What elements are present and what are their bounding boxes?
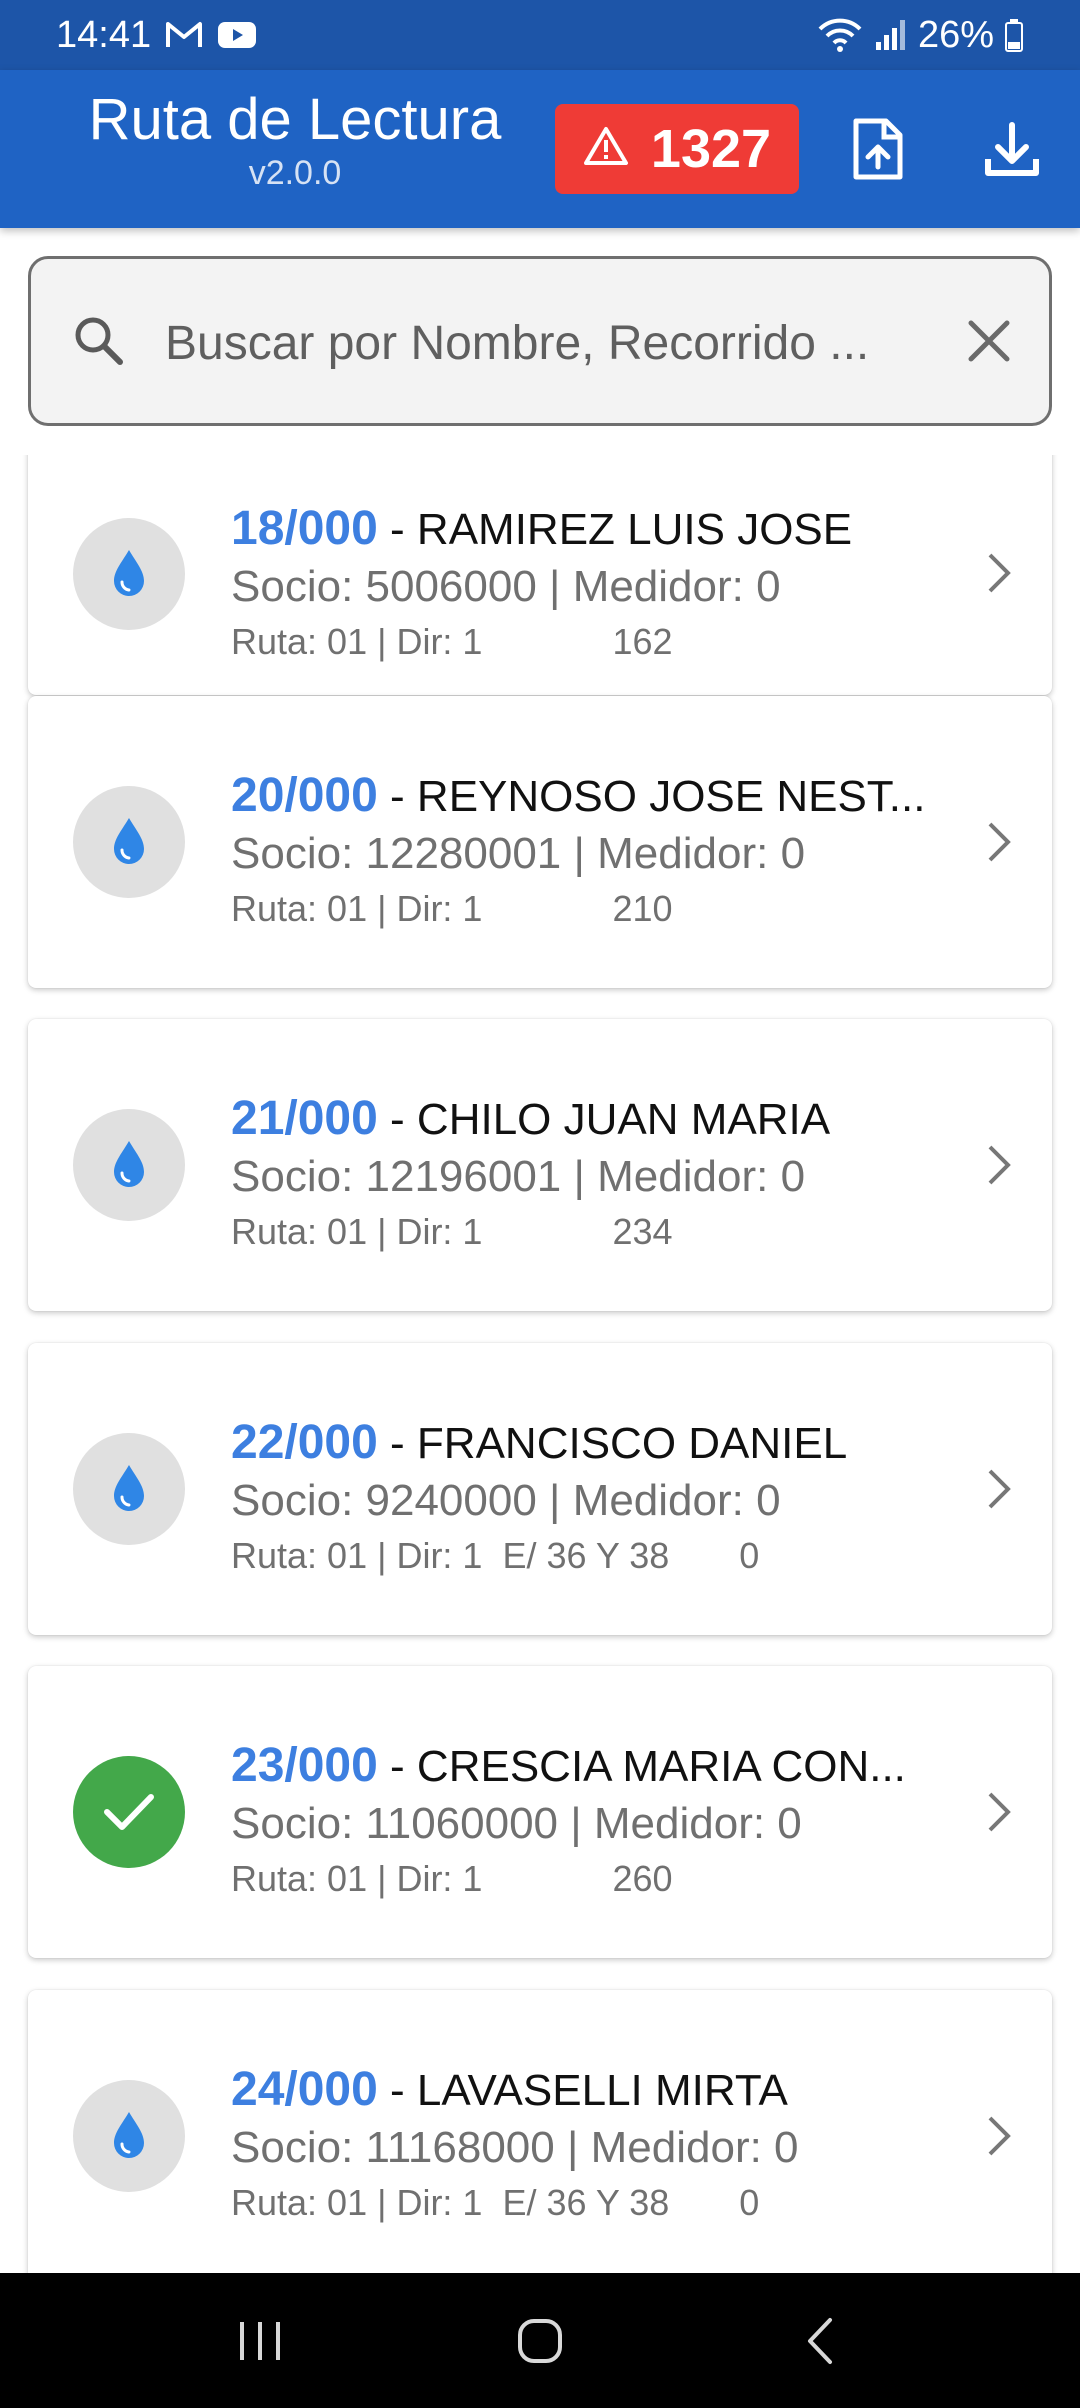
chevron-right-icon — [984, 1467, 1014, 1516]
chevron-right-icon — [984, 1790, 1014, 1839]
chevron-right-icon — [984, 551, 1014, 600]
wifi-icon — [816, 17, 864, 53]
item-ruta: Ruta: 01 | Dir: 1 E/ 36 Y 38 0 — [231, 1534, 760, 1576]
battery-icon — [1004, 18, 1024, 52]
item-name: - CHILO JUAN MARIA — [390, 1095, 831, 1144]
item-name: - RAMIREZ LUIS JOSE — [390, 505, 853, 554]
check-icon — [73, 1756, 185, 1868]
list-item[interactable]: 22/000 - FRANCISCO DANIEL Socio: 9240000… — [28, 1343, 1052, 1635]
download-icon[interactable] — [977, 114, 1047, 184]
system-nav-bar — [0, 2273, 1080, 2408]
list-item[interactable]: 21/000 - CHILO JUAN MARIA Socio: 1219600… — [28, 1019, 1052, 1311]
water-drop-icon — [73, 1433, 185, 1545]
alert-count: 1327 — [650, 119, 772, 179]
item-ruta: Ruta: 01 | Dir: 1 E/ 36 Y 38 0 — [231, 2181, 760, 2223]
search-box — [28, 256, 1052, 426]
app-bar: Ruta de Lectura v2.0.0 1327 — [0, 70, 1080, 228]
back-icon[interactable] — [770, 2301, 870, 2381]
item-ruta: Ruta: 01 | Dir: 1 162 — [231, 620, 673, 662]
item-text: 24/000 - LAVASELLI MIRTA Socio: 11168000… — [231, 2062, 931, 2223]
recent-apps-icon[interactable] — [210, 2301, 310, 2381]
item-code: 20/000 — [231, 769, 378, 822]
water-drop-icon — [73, 786, 185, 898]
water-drop-icon — [73, 1109, 185, 1221]
list-item[interactable]: 23/000 - CRESCIA MARIA CON... Socio: 110… — [28, 1666, 1052, 1958]
item-code: 22/000 — [231, 1416, 378, 1469]
item-socio: Socio: 5006000 | Medidor: 0 — [231, 562, 781, 612]
item-socio: Socio: 11168000 | Medidor: 0 — [231, 2123, 799, 2173]
app-version: v2.0.0 — [248, 153, 342, 192]
item-socio: Socio: 9240000 | Medidor: 0 — [231, 1476, 781, 1526]
youtube-icon — [217, 20, 257, 50]
home-icon[interactable] — [490, 2301, 590, 2381]
item-text: 21/000 - CHILO JUAN MARIA Socio: 1219600… — [231, 1091, 931, 1252]
item-socio: Socio: 12280001 | Medidor: 0 — [231, 829, 806, 879]
status-bar: 14:41 26% — [0, 0, 1080, 70]
item-text: 20/000 - REYNOSO JOSE NEST... Socio: 122… — [231, 768, 931, 929]
chevron-right-icon — [984, 820, 1014, 869]
item-text: 18/000 - RAMIREZ LUIS JOSE Socio: 500600… — [231, 501, 931, 662]
list-item[interactable]: 24/000 - LAVASELLI MIRTA Socio: 11168000… — [28, 1990, 1052, 2273]
item-code: 18/000 — [231, 502, 378, 555]
item-socio: Socio: 12196001 | Medidor: 0 — [231, 1152, 806, 1202]
item-text: 23/000 - CRESCIA MARIA CON... Socio: 110… — [231, 1738, 931, 1899]
item-text: 22/000 - FRANCISCO DANIEL Socio: 9240000… — [231, 1415, 931, 1576]
item-code: 24/000 — [231, 2063, 378, 2116]
search-icon — [69, 311, 129, 376]
upload-file-icon[interactable] — [843, 114, 913, 184]
water-drop-icon — [73, 2080, 185, 2192]
item-ruta: Ruta: 01 | Dir: 1 234 — [231, 1210, 673, 1252]
battery-percent: 26% — [917, 13, 994, 56]
water-drop-icon — [73, 518, 185, 630]
item-ruta: Ruta: 01 | Dir: 1 210 — [231, 887, 673, 929]
item-ruta: Ruta: 01 | Dir: 1 260 — [231, 1857, 673, 1899]
signal-icon — [874, 18, 908, 52]
item-name: - CRESCIA MARIA CON... — [390, 1742, 906, 1791]
title-block: Ruta de Lectura v2.0.0 — [60, 88, 530, 193]
search-input[interactable] — [165, 299, 925, 387]
list-item[interactable]: 18/000 - RAMIREZ LUIS JOSE Socio: 500600… — [28, 455, 1052, 695]
screen: 14:41 26% Ruta de Lectura v2.0.0 1327 Bu… — [0, 0, 1080, 2408]
app-title: Ruta de Lectura — [88, 87, 502, 152]
warning-icon — [583, 118, 629, 180]
item-name: - REYNOSO JOSE NEST... — [390, 772, 926, 821]
clear-search-icon[interactable] — [961, 313, 1017, 374]
item-socio: Socio: 11060000 | Medidor: 0 — [231, 1799, 802, 1849]
chevron-right-icon — [984, 2114, 1014, 2163]
record-list: 18/000 - RAMIREZ LUIS JOSE Socio: 500600… — [0, 455, 1080, 2273]
item-code: 21/000 — [231, 1092, 378, 1145]
chevron-right-icon — [984, 1143, 1014, 1192]
item-name: - LAVASELLI MIRTA — [390, 2066, 788, 2115]
item-code: 23/000 — [231, 1739, 378, 1792]
status-time: 14:41 — [56, 13, 152, 56]
list-item[interactable]: 20/000 - REYNOSO JOSE NEST... Socio: 122… — [28, 696, 1052, 988]
gmail-icon — [165, 20, 203, 50]
item-name: - FRANCISCO DANIEL — [390, 1419, 848, 1468]
alert-count-button[interactable]: 1327 — [555, 104, 799, 194]
